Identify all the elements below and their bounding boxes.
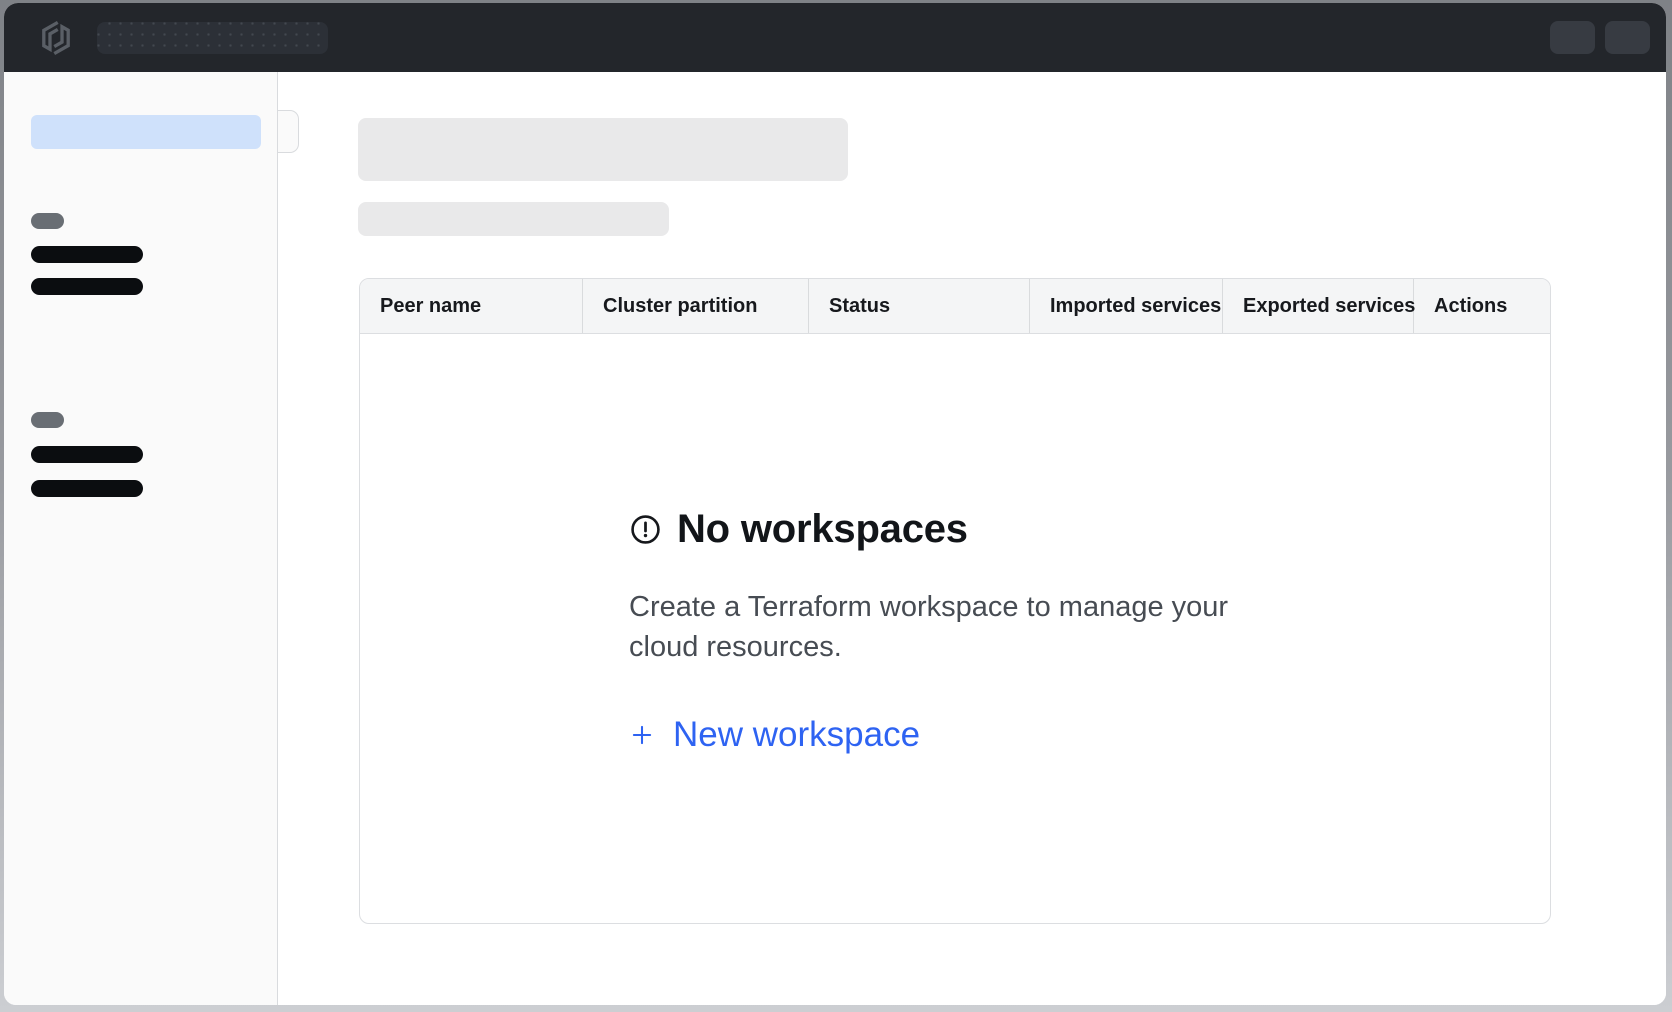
topbar-button-skeleton-1[interactable]	[1550, 21, 1595, 54]
empty-state-title: No workspaces	[677, 507, 968, 552]
sidebar-section-label-skeleton-2	[31, 412, 64, 428]
table-header-row: Peer name Cluster partition Status Impor…	[360, 279, 1550, 334]
app-window: Peer name Cluster partition Status Impor…	[4, 3, 1666, 1005]
empty-state-description: Create a Terraform workspace to manage y…	[629, 587, 1269, 667]
hashicorp-logo-icon	[37, 19, 75, 57]
sidebar-collapse-handle[interactable]	[278, 110, 299, 153]
peers-table: Peer name Cluster partition Status Impor…	[359, 278, 1551, 924]
new-workspace-label: New workspace	[673, 715, 920, 755]
column-header-status: Status	[809, 279, 1030, 333]
sidebar-nav-item-skeleton-2[interactable]	[31, 278, 143, 295]
sidebar	[4, 72, 278, 1005]
column-header-cluster-partition: Cluster partition	[583, 279, 809, 333]
column-header-peer-name: Peer name	[360, 279, 583, 333]
topbar-button-skeleton-2[interactable]	[1605, 21, 1650, 54]
column-header-actions: Actions	[1414, 279, 1550, 333]
alert-circle-icon	[629, 513, 662, 546]
content-area: Peer name Cluster partition Status Impor…	[4, 72, 1666, 1005]
column-header-exported-services: Exported services	[1223, 279, 1414, 333]
sidebar-nav-item-skeleton-3[interactable]	[31, 446, 143, 463]
sidebar-active-nav-item-skeleton[interactable]	[31, 115, 261, 149]
page-title-skeleton	[358, 118, 848, 181]
empty-state-description-line-2: cloud resources.	[629, 627, 1269, 667]
empty-state-description-line-1: Create a Terraform workspace to manage y…	[629, 587, 1269, 627]
sidebar-section-label-skeleton-1	[31, 213, 64, 229]
search-input-skeleton[interactable]	[97, 22, 328, 54]
top-navigation-bar	[4, 3, 1666, 72]
sidebar-nav-item-skeleton-1[interactable]	[31, 246, 143, 263]
sidebar-nav-item-skeleton-4[interactable]	[31, 480, 143, 497]
plus-icon	[629, 722, 655, 748]
column-header-imported-services: Imported services	[1030, 279, 1223, 333]
new-workspace-button[interactable]: New workspace	[629, 715, 920, 755]
page-subtitle-skeleton	[358, 202, 669, 236]
empty-state: No workspaces Create a Terraform workspa…	[629, 507, 1269, 755]
main-panel: Peer name Cluster partition Status Impor…	[278, 72, 1666, 1005]
